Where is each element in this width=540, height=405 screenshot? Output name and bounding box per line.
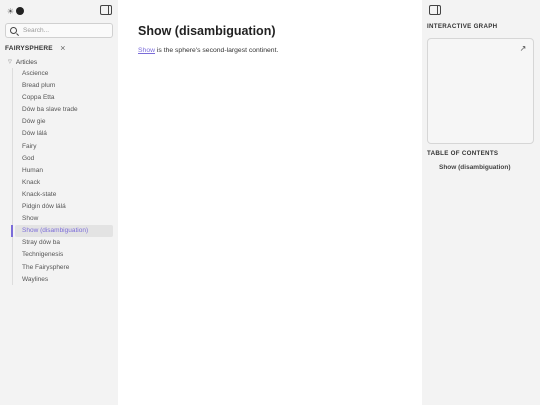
left-sidebar: ☀ FAIRYSPHERE ⨯ ▽ Articles Ascience Brea… [0, 0, 118, 405]
file-item[interactable]: Coppa Etta [15, 92, 113, 104]
file-tree: Ascience Bread plum Coppa Etta Dów ba sl… [11, 68, 113, 286]
file-item[interactable]: Technigenesis [15, 249, 113, 261]
left-sidebar-header: ☀ [0, 0, 118, 20]
tree-indent-line [12, 68, 13, 285]
search-box[interactable] [5, 23, 113, 38]
search-icon [10, 27, 17, 34]
file-item[interactable]: Ascience [15, 68, 113, 80]
toc-item[interactable]: Show (disambiguation) [439, 164, 511, 171]
folder-label: Articles [15, 58, 38, 66]
file-item[interactable]: Dów ba slave trade [15, 104, 113, 116]
graph-section-title: INTERACTIVE GRAPH [427, 23, 498, 30]
collapse-all-icon[interactable]: ⨯ [60, 45, 66, 52]
file-item[interactable]: Human [15, 165, 113, 177]
expand-arrow-icon[interactable]: ↗ [518, 44, 528, 54]
file-item[interactable]: Dów lálá [15, 128, 113, 140]
file-item[interactable]: Stray dów ba [15, 237, 113, 249]
file-item[interactable]: Knack-state [15, 189, 113, 201]
file-item[interactable]: God [15, 153, 113, 165]
sun-icon: ☀ [6, 6, 15, 16]
toc-section-title: TABLE OF CONTENTS [427, 150, 499, 157]
file-item[interactable]: Bread plum [15, 80, 113, 92]
search-input[interactable] [23, 27, 108, 34]
file-item[interactable]: Pidgin dów lálá [15, 201, 113, 213]
main-content: Show (disambiguation) Show is the sphere… [118, 0, 422, 405]
file-item[interactable]: Dów gie [15, 116, 113, 128]
interactive-graph[interactable]: ↗ [427, 38, 534, 144]
file-item[interactable]: Knack [15, 177, 113, 189]
file-item[interactable]: Fairy [15, 141, 113, 153]
body-paragraph: Show is the sphere's second-largest cont… [138, 47, 278, 54]
file-item[interactable]: Waylines [15, 274, 113, 286]
sidebar-toggle-icon[interactable] [100, 5, 112, 15]
file-item-active[interactable]: Show (disambiguation) [11, 225, 113, 238]
vault-header[interactable]: FAIRYSPHERE ⨯ [5, 43, 66, 53]
page-title: Show (disambiguation) [138, 24, 276, 38]
folder-articles[interactable]: ▽ Articles [8, 57, 37, 67]
right-sidebar: INTERACTIVE GRAPH ↗ TABLE OF CONTENTS Sh… [422, 0, 540, 405]
file-item[interactable]: The Fairysphere [15, 262, 113, 274]
right-sidebar-toggle-icon[interactable] [429, 5, 441, 15]
vault-name: FAIRYSPHERE [5, 44, 53, 52]
theme-toggle[interactable]: ☀ [6, 6, 25, 16]
show-link[interactable]: Show [138, 47, 155, 54]
moon-icon [16, 7, 24, 15]
chevron-down-icon: ▽ [8, 59, 12, 65]
file-item[interactable]: Show [15, 213, 113, 225]
body-text: is the sphere's second-largest continent… [155, 47, 279, 54]
